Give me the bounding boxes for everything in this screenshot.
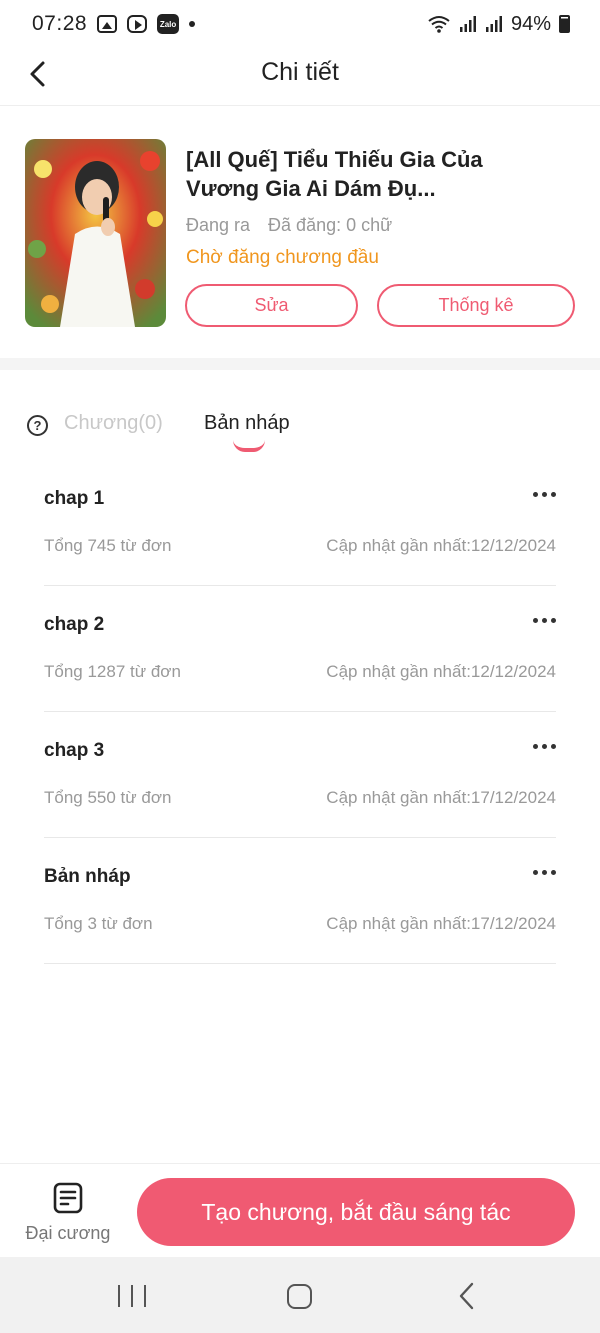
battery-percent: 94% bbox=[510, 12, 551, 35]
list-item[interactable]: chap 2 Tổng 1287 từ đơn Cập nhật gần nhấ… bbox=[44, 586, 556, 712]
battery-icon bbox=[559, 15, 570, 33]
draft-title: Bản nháp bbox=[44, 866, 131, 887]
video-notification-icon bbox=[127, 15, 148, 33]
tab-drafts[interactable]: Bản nháp bbox=[204, 412, 290, 435]
outline-label: Đại cương bbox=[25, 1223, 111, 1243]
draft-word-count: Tổng 745 từ đơn bbox=[44, 536, 172, 555]
edit-button[interactable]: Sửa bbox=[185, 284, 358, 327]
draft-word-count: Tổng 1287 từ đơn bbox=[44, 662, 181, 681]
gallery-notification-icon bbox=[97, 15, 118, 33]
draft-word-count: Tổng 550 từ đơn bbox=[44, 788, 172, 807]
active-tab-indicator bbox=[233, 440, 265, 452]
book-status: Đang ra bbox=[186, 215, 251, 235]
stats-button[interactable]: Thống kê bbox=[377, 284, 575, 327]
outline-button[interactable]: Đại cương bbox=[20, 1178, 116, 1248]
draft-updated-date: Cập nhật gần nhất:12/12/2024 bbox=[326, 536, 556, 555]
draft-list: chap 1 Tổng 745 từ đơn Cập nhật gần nhất… bbox=[44, 460, 556, 964]
home-icon[interactable] bbox=[287, 1284, 312, 1309]
status-time: 07:28 bbox=[32, 12, 88, 35]
help-icon[interactable]: ? bbox=[27, 415, 48, 436]
draft-title: chap 2 bbox=[44, 614, 105, 635]
header: Chi tiết bbox=[0, 48, 600, 106]
chapter-state: Chờ đăng chương đầu bbox=[186, 247, 379, 268]
system-nav-bar bbox=[0, 1257, 600, 1333]
status-left: 07:28 Zalo bbox=[32, 12, 196, 36]
zalo-notification-icon: Zalo bbox=[157, 14, 180, 34]
status-bar: 07:28 Zalo 94% bbox=[0, 0, 600, 48]
tab-chapters[interactable]: Chương(0) bbox=[64, 412, 163, 435]
draft-title: chap 3 bbox=[44, 740, 105, 761]
draft-word-count: Tổng 3 từ đơn bbox=[44, 914, 153, 933]
page-title: Chi tiết bbox=[261, 58, 339, 86]
more-options-icon[interactable] bbox=[526, 482, 556, 506]
draft-updated-date: Cập nhật gần nhất:17/12/2024 bbox=[326, 914, 556, 933]
more-options-icon[interactable] bbox=[526, 860, 556, 884]
book-published-count: Đã đăng: 0 chữ bbox=[268, 215, 393, 235]
tab-bar: ? Chương(0) Bản nháp bbox=[0, 400, 600, 460]
section-divider bbox=[0, 358, 600, 370]
document-icon bbox=[53, 1182, 83, 1214]
list-item[interactable]: Bản nháp Tổng 3 từ đơn Cập nhật gần nhất… bbox=[44, 838, 556, 964]
book-card: [All Quế] Tiểu Thiếu Gia Của Vương Gia A… bbox=[0, 107, 600, 357]
more-options-icon[interactable] bbox=[526, 608, 556, 632]
cover-illustration bbox=[25, 139, 166, 327]
wifi-icon bbox=[428, 16, 450, 33]
signal-icon-2 bbox=[485, 16, 502, 32]
more-notifications-dot bbox=[189, 21, 196, 27]
recent-apps-icon[interactable] bbox=[118, 1285, 146, 1307]
book-title: [All Quế] Tiểu Thiếu Gia Của Vương Gia A… bbox=[186, 147, 483, 201]
list-item[interactable]: chap 1 Tổng 745 từ đơn Cập nhật gần nhất… bbox=[44, 460, 556, 586]
draft-updated-date: Cập nhật gần nhất:12/12/2024 bbox=[326, 662, 556, 681]
book-meta: Đang ra Đã đăng: 0 chữ bbox=[186, 215, 392, 236]
create-chapter-button[interactable]: Tạo chương, bắt đầu sáng tác bbox=[137, 1178, 575, 1246]
book-cover-image[interactable] bbox=[25, 139, 166, 327]
signal-icon-1 bbox=[459, 16, 476, 32]
draft-title: chap 1 bbox=[44, 488, 105, 509]
draft-updated-date: Cập nhật gần nhất:17/12/2024 bbox=[326, 788, 556, 807]
nav-back-icon[interactable] bbox=[455, 1281, 479, 1311]
more-options-icon[interactable] bbox=[526, 734, 556, 758]
status-right: 94% bbox=[427, 13, 570, 36]
bottom-action-bar: Đại cương Tạo chương, bắt đầu sáng tác bbox=[0, 1163, 600, 1257]
list-item[interactable]: chap 3 Tổng 550 từ đơn Cập nhật gần nhất… bbox=[44, 712, 556, 838]
